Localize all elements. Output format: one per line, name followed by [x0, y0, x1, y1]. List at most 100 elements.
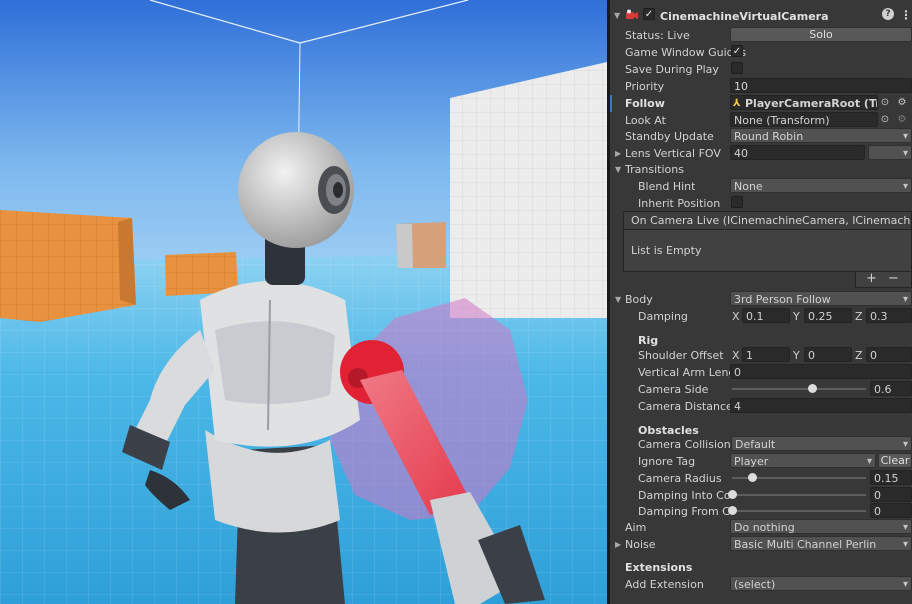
transitions-row: ▼ Transitions [610, 161, 912, 178]
status-label: Status: Live [625, 29, 690, 42]
extensions-header: Extensions [610, 559, 912, 576]
object-picker-icon[interactable]: ⊙ [878, 95, 892, 110]
clear-button[interactable]: Clear [878, 453, 912, 468]
vertical-arm-row: Vertical Arm Length 0 [610, 364, 912, 381]
damping-into-slider-handle[interactable] [728, 490, 737, 499]
status-row: Status: Live Solo [610, 27, 912, 44]
inherit-position-checkbox[interactable] [731, 196, 743, 208]
y-label: Y [793, 310, 800, 323]
camera-component-icon [626, 9, 638, 21]
blend-hint-row: Blend Hint None [610, 178, 912, 195]
damping-into-slider-track[interactable] [732, 494, 866, 496]
gear-icon[interactable]: ⚙ [895, 112, 909, 127]
add-extension-row: Add Extension (select) [610, 576, 912, 593]
priority-row: Priority 10 [610, 78, 912, 95]
camera-distance-label: Camera Distance [638, 400, 733, 413]
body-row: ▼ Body 3rd Person Follow [610, 291, 912, 308]
ignore-tag-label: Ignore Tag [638, 455, 696, 468]
camera-side-slider-handle[interactable] [808, 384, 818, 393]
look-at-field[interactable]: None (Transform) [730, 112, 878, 127]
damping-row: Damping X 0.1 Y 0.25 Z 0.3 [610, 308, 912, 325]
camera-side-slider-track[interactable] [732, 388, 866, 390]
remove-event-button[interactable]: − [888, 272, 899, 286]
fold-right-icon[interactable]: ▶ [615, 146, 621, 161]
standby-update-label: Standby Update [625, 130, 714, 143]
game-window-guides-row: Game Window Guides ✓ [610, 44, 912, 61]
shoulder-offset-z-field[interactable]: 0 [866, 347, 912, 362]
question-icon[interactable]: ? [882, 8, 894, 20]
event-footer: + − [855, 272, 912, 288]
component-enabled-checkbox[interactable]: ✓ [643, 8, 655, 20]
lens-label: Lens Vertical FOV [625, 147, 721, 160]
lens-preset-dropdown[interactable] [868, 145, 912, 160]
game-window-guides-checkbox[interactable]: ✓ [731, 45, 743, 57]
damping-y-field[interactable]: 0.25 [804, 308, 852, 323]
y-label: Y [793, 349, 800, 362]
shoulder-offset-y-field[interactable]: 0 [804, 347, 852, 362]
follow-field[interactable]: ⅄ PlayerCameraRoot (Transfo [730, 95, 878, 110]
solo-button[interactable]: Solo [730, 27, 912, 42]
damping-from-row: Damping From Collis 0 [610, 503, 912, 520]
camera-radius-field[interactable]: 0.15 [870, 470, 912, 485]
component-header[interactable]: ▼ ✓ CinemachineVirtualCamera ? ⋮ [610, 7, 912, 25]
damping-from-slider-track[interactable] [732, 510, 866, 512]
x-label: X [732, 349, 740, 362]
standby-update-row: Standby Update Round Robin [610, 128, 912, 145]
event-header-label: On Camera Live (ICinemachineCamera, ICin… [631, 214, 911, 227]
shoulder-offset-row: Shoulder Offset X 1 Y 0 Z 0 [610, 347, 912, 364]
lens-fov-field[interactable]: 40 [730, 145, 865, 160]
z-label: Z [855, 349, 863, 362]
vertical-arm-field[interactable]: 0 [730, 364, 912, 379]
damping-into-field[interactable]: 0 [870, 487, 912, 502]
component-title: CinemachineVirtualCamera [660, 10, 829, 23]
ignore-tag-row: Ignore Tag Player Clear [610, 453, 912, 470]
save-during-play-checkbox[interactable] [731, 62, 743, 74]
ignore-tag-dropdown[interactable]: Player [730, 453, 876, 468]
noise-dropdown[interactable]: Basic Multi Channel Perlin [730, 536, 912, 551]
camera-side-field[interactable]: 0.6 [870, 381, 912, 396]
noise-row: ▶ Noise Basic Multi Channel Perlin [610, 536, 912, 553]
damping-label: Damping [638, 310, 688, 323]
shoulder-offset-x-field[interactable]: 1 [742, 347, 790, 362]
damping-z-field[interactable]: 0.3 [866, 308, 912, 323]
damping-from-slider-handle[interactable] [728, 506, 737, 515]
inherit-position-row: Inherit Position [610, 195, 912, 212]
camera-radius-slider-handle[interactable] [748, 473, 758, 482]
inspector-panel: ▼ ✓ CinemachineVirtualCamera ? ⋮ Status:… [610, 0, 912, 604]
event-empty-label: List is Empty [631, 244, 702, 257]
aim-label: Aim [625, 521, 647, 534]
priority-field[interactable]: 10 [730, 78, 912, 93]
fold-arrow-icon[interactable]: ▼ [615, 292, 621, 307]
transitions-label: Transitions [625, 163, 684, 176]
look-at-label: Look At [625, 114, 666, 127]
body-label: Body [625, 293, 653, 306]
noise-label: Noise [625, 538, 656, 551]
fold-arrow-icon[interactable]: ▼ [614, 8, 620, 23]
save-during-play-label: Save During Play [625, 63, 719, 76]
x-label: X [732, 310, 740, 323]
object-picker-icon[interactable]: ⊙ [878, 112, 892, 127]
lens-row: ▶ Lens Vertical FOV 40 [610, 145, 912, 162]
fold-arrow-icon[interactable]: ▼ [615, 162, 621, 177]
rig-label: Rig [638, 334, 659, 347]
add-event-button[interactable]: + [866, 272, 877, 286]
follow-row: Follow ⅄ PlayerCameraRoot (Transfo ⊙ ⚙ [610, 95, 912, 112]
camera-distance-field[interactable]: 4 [730, 398, 912, 413]
scene-render [0, 0, 607, 604]
collision-filter-dropdown[interactable]: Default [731, 436, 912, 451]
gear-icon[interactable]: ⚙ [895, 95, 909, 110]
kebab-menu-icon[interactable]: ⋮ [900, 8, 912, 22]
damping-from-field[interactable]: 0 [870, 503, 912, 518]
aim-row: Aim Do nothing [610, 519, 912, 536]
scene-view[interactable] [0, 0, 607, 604]
fold-right-icon[interactable]: ▶ [615, 537, 621, 552]
add-extension-dropdown[interactable]: (select) [730, 576, 912, 591]
damping-x-field[interactable]: 0.1 [742, 308, 790, 323]
blend-hint-dropdown[interactable]: None [730, 178, 912, 193]
follow-value: PlayerCameraRoot (Transfo [745, 97, 877, 110]
camera-distance-row: Camera Distance 4 [610, 398, 912, 415]
aim-dropdown[interactable]: Do nothing [730, 519, 912, 534]
extensions-label: Extensions [625, 561, 693, 574]
body-dropdown[interactable]: 3rd Person Follow [730, 291, 912, 306]
standby-update-dropdown[interactable]: Round Robin [730, 128, 912, 143]
